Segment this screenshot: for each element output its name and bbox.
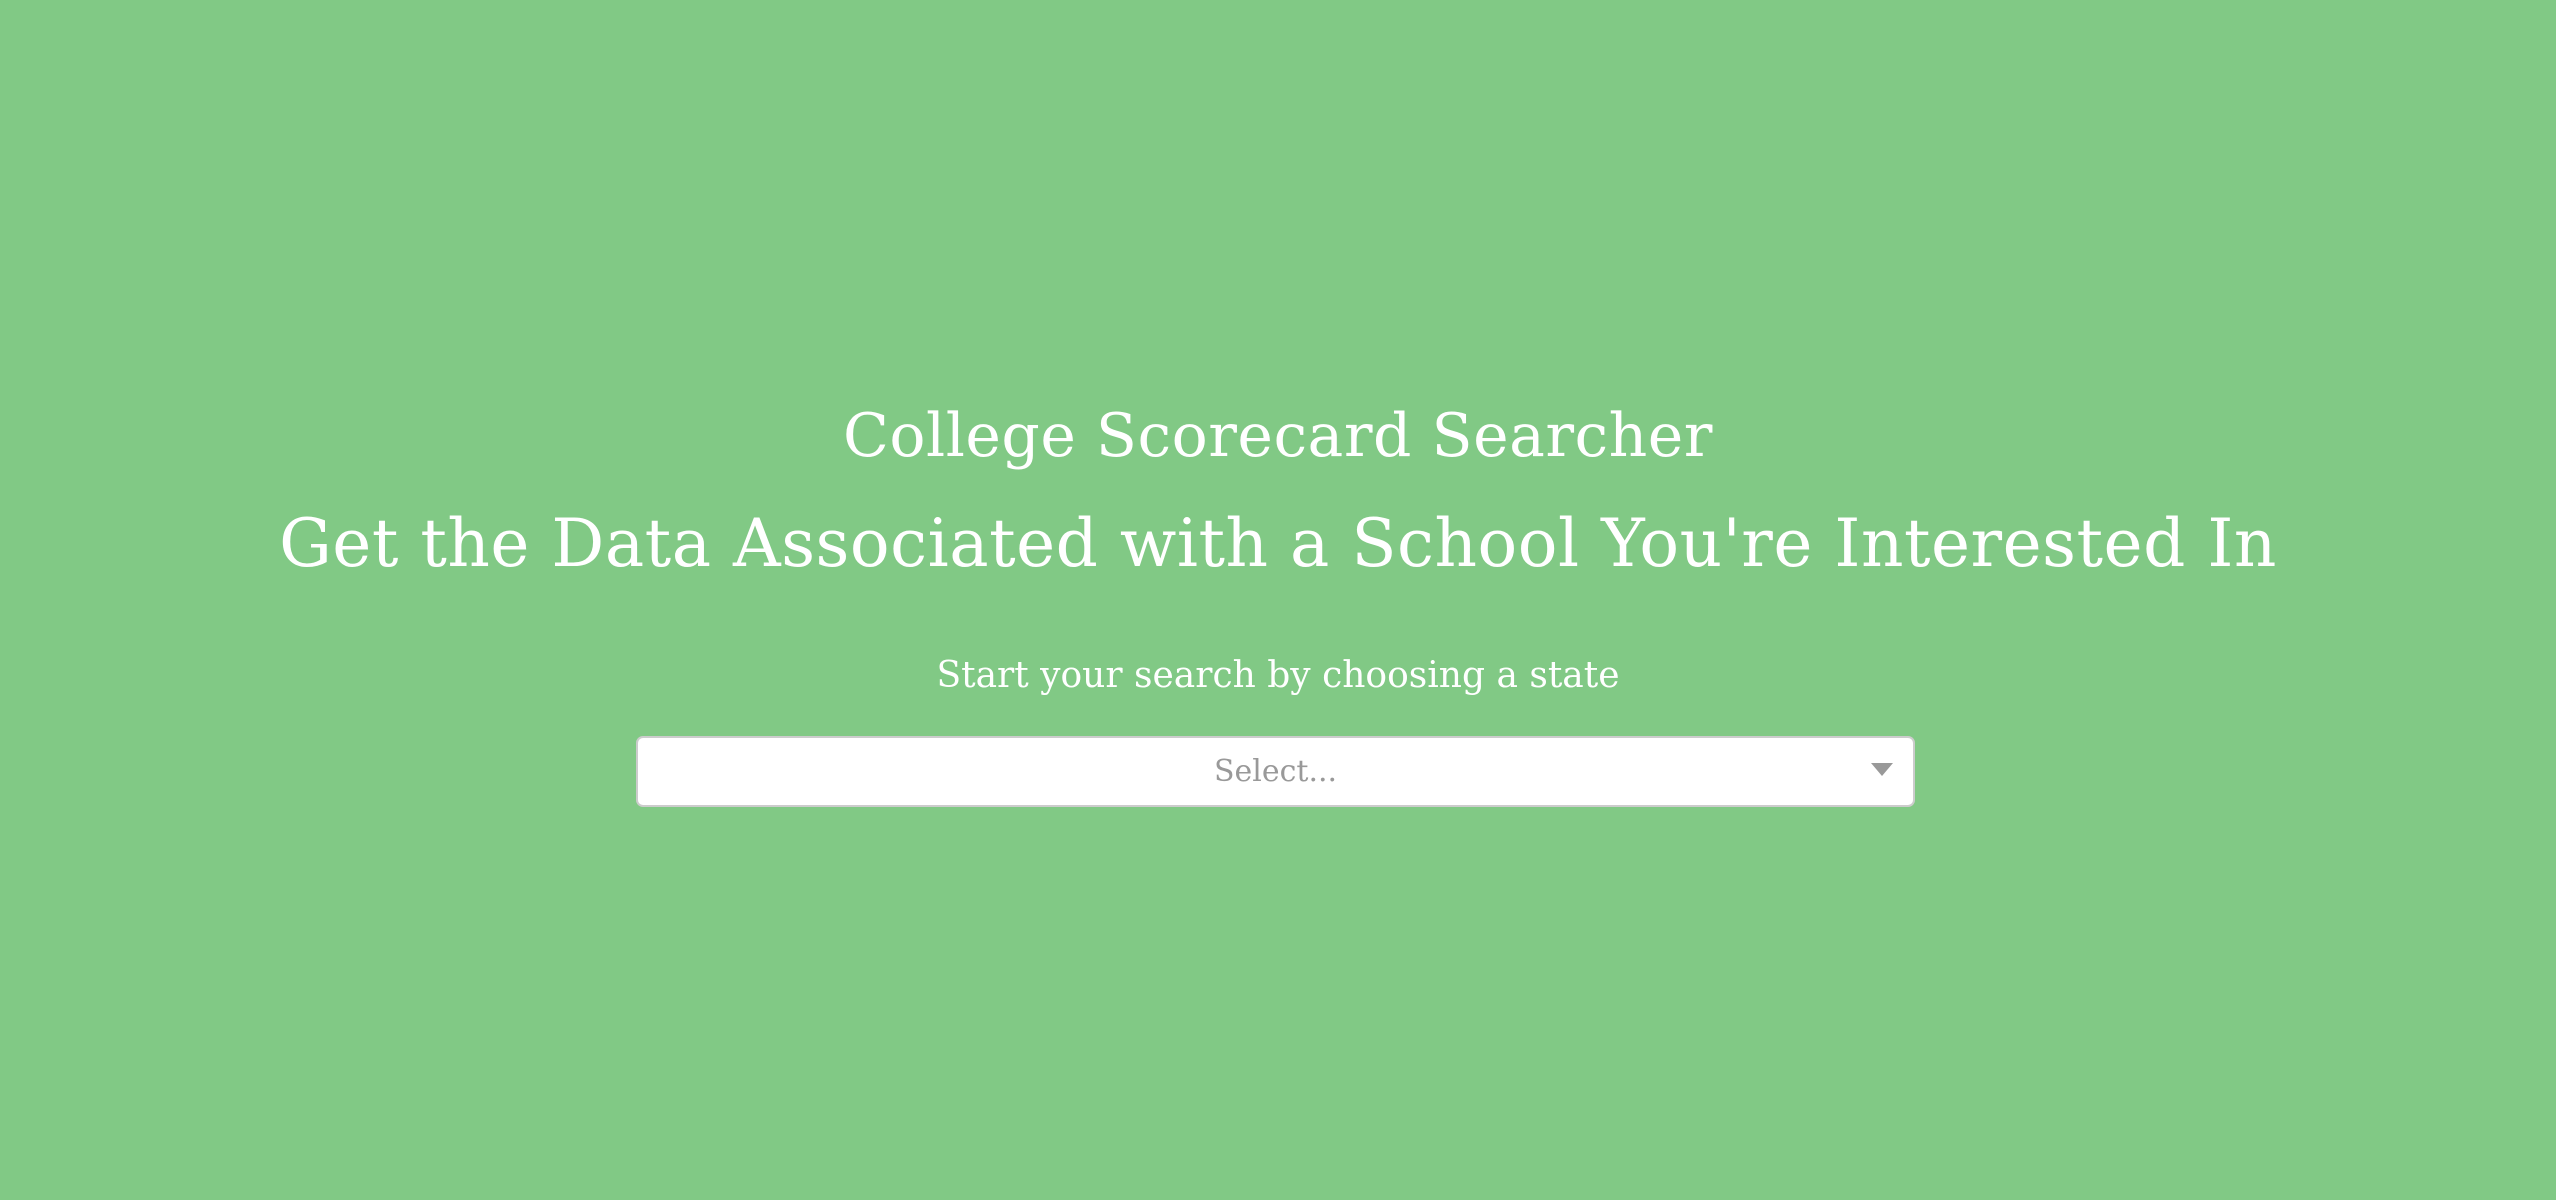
page-title: College Scorecard Searcher — [843, 401, 1713, 471]
chevron-down-icon[interactable] — [1871, 763, 1893, 776]
search-prompt: Start your search by choosing a state — [936, 655, 1620, 696]
state-select-placeholder: Select... — [1213, 754, 1338, 789]
state-select[interactable]: Select... — [636, 736, 1915, 807]
hero-section: College Scorecard Searcher Get the Data … — [0, 0, 2556, 1200]
page-subtitle: Get the Data Associated with a School Yo… — [279, 505, 2277, 582]
